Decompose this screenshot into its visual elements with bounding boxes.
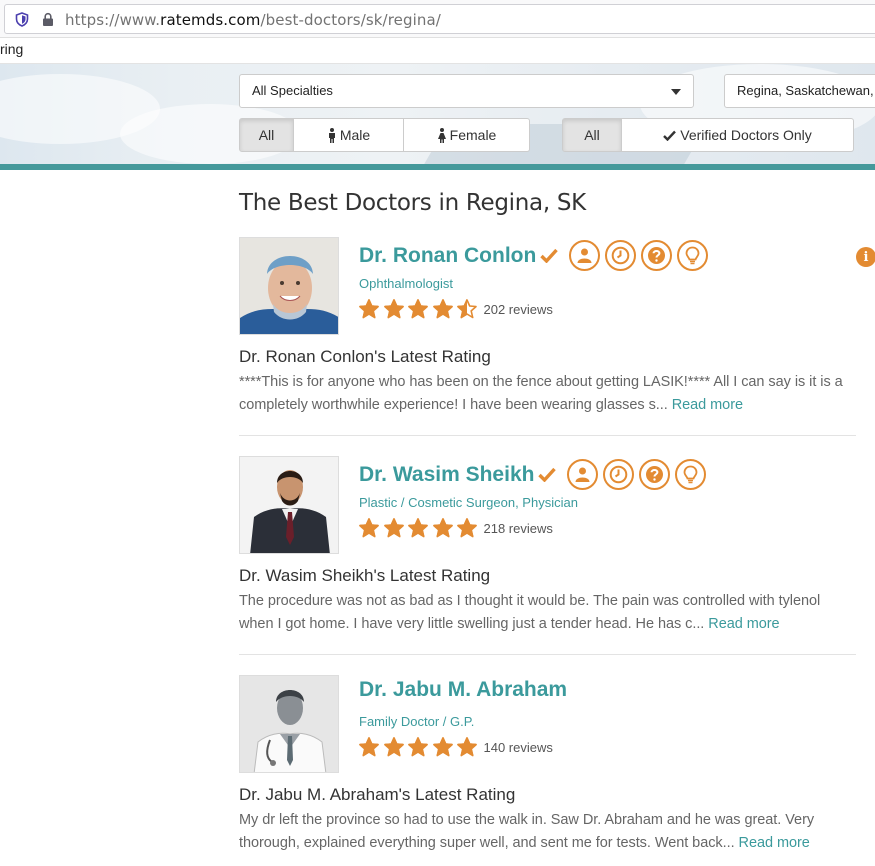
latest-rating-text: The procedure was not as bad as I though… [239, 590, 856, 636]
person-icon[interactable] [567, 459, 599, 490]
latest-rating-title: Dr. Ronan Conlon's Latest Rating [239, 347, 491, 366]
star-rating: 218 reviews [359, 518, 553, 538]
star-full-icon [432, 518, 453, 538]
gender-all-label: All [258, 127, 275, 143]
address-bar[interactable]: https://www.ratemds.com/best-doctors/sk/… [4, 4, 875, 34]
shield-icon[interactable] [15, 12, 29, 27]
doctor-name-link[interactable]: Dr. Wasim Sheikh [359, 459, 707, 490]
card-separator [239, 654, 856, 655]
star-full-icon [457, 737, 477, 757]
star-full-icon [383, 518, 404, 538]
doctor-photo[interactable] [239, 456, 339, 554]
url-domain: ratemds.com [160, 11, 261, 29]
latest-rating-title: Dr. Wasim Sheikh's Latest Rating [239, 566, 491, 585]
gender-male-label: Male [339, 127, 371, 143]
chevron-down-icon [671, 89, 681, 95]
info-icon[interactable]: i [856, 247, 875, 267]
star-icons [359, 737, 482, 757]
verified-only-button[interactable]: Verified Doctors Only [622, 118, 854, 152]
read-more-link[interactable]: Read more [739, 835, 810, 851]
clock-icon[interactable] [605, 240, 637, 271]
bookmark-item[interactable]: ring [0, 41, 23, 57]
review-count[interactable]: 202 reviews [484, 302, 553, 317]
star-full-icon [383, 299, 404, 319]
doctor-name: Dr. Jabu M. Abraham [359, 678, 568, 701]
url-prefix: https://www. [65, 11, 161, 29]
star-icons [359, 518, 482, 538]
star-full-icon [432, 737, 453, 757]
star-icons [359, 299, 482, 319]
clock-icon[interactable] [603, 459, 635, 490]
doctor-name-link[interactable]: Dr. Jabu M. Abraham [359, 678, 567, 702]
doctor-photo[interactable] [239, 237, 339, 335]
url-text[interactable]: https://www.ratemds.com/best-doctors/sk/… [65, 11, 441, 29]
verified-all-label: All [584, 127, 600, 143]
review-text: My dr left the province so had to use th… [239, 812, 815, 851]
specialty-select[interactable]: All Specialties [239, 74, 694, 108]
verified-check-icon [538, 467, 557, 482]
doctor-name-link[interactable]: Dr. Ronan Conlon [359, 240, 709, 271]
doctor-photo[interactable] [239, 675, 339, 773]
lock-icon[interactable] [41, 12, 55, 27]
female-icon [437, 127, 446, 143]
star-full-icon [408, 518, 428, 538]
teal-divider [0, 164, 875, 170]
doctor-name: Dr. Ronan Conlon [359, 243, 537, 267]
review-count[interactable]: 218 reviews [484, 521, 553, 536]
verified-check-icon [540, 248, 559, 263]
doctor-name: Dr. Wasim Sheikh [359, 462, 535, 486]
doctor-badges [562, 459, 707, 490]
verified-only-label: Verified Doctors Only [680, 127, 812, 143]
lightbulb-icon[interactable] [677, 240, 709, 271]
checkmark-icon [663, 130, 677, 141]
star-full-icon [432, 299, 453, 319]
verified-filter: All Verified Doctors Only [562, 118, 854, 152]
gender-female-button[interactable]: Female [404, 118, 530, 152]
specialty-select-value: All Specialties [252, 83, 333, 98]
review-count[interactable]: 140 reviews [484, 740, 553, 755]
star-half-icon [457, 299, 477, 319]
male-icon [328, 127, 335, 143]
star-full-icon [408, 299, 428, 319]
gender-filter: All Male Female [239, 118, 530, 152]
doctor-specialty[interactable]: Plastic / Cosmetic Surgeon, Physician [359, 495, 578, 510]
star-full-icon [359, 518, 379, 538]
browser-toolbar: https://www.ratemds.com/best-doctors/sk/… [0, 0, 875, 38]
doctor-specialty[interactable]: Family Doctor / G.P. [359, 714, 474, 729]
read-more-link[interactable]: Read more [672, 397, 743, 413]
doctor-badges [564, 240, 709, 271]
location-input[interactable]: Regina, Saskatchewan, Ca [724, 74, 875, 108]
question-icon[interactable] [641, 240, 673, 271]
lightbulb-icon[interactable] [675, 459, 707, 490]
latest-rating-text: My dr left the province so had to use th… [239, 809, 856, 855]
star-rating: 140 reviews [359, 737, 553, 757]
person-icon[interactable] [569, 240, 601, 271]
gender-female-label: Female [449, 127, 497, 143]
star-rating: 202 reviews [359, 299, 553, 319]
location-input-value: Regina, Saskatchewan, Ca [737, 83, 875, 98]
star-full-icon [457, 518, 477, 538]
latest-rating-title: Dr. Jabu M. Abraham's Latest Rating [239, 785, 516, 804]
read-more-link[interactable]: Read more [708, 616, 779, 632]
gender-all-button[interactable]: All [239, 118, 294, 152]
url-path: /best-doctors/sk/regina/ [260, 11, 441, 29]
page-title: The Best Doctors in Regina, SK [239, 190, 586, 216]
star-full-icon [359, 299, 379, 319]
question-icon[interactable] [639, 459, 671, 490]
card-separator [239, 435, 856, 436]
review-text: ****This is for anyone who has been on t… [239, 374, 843, 413]
star-full-icon [359, 737, 379, 757]
doctor-specialty[interactable]: Ophthalmologist [359, 276, 453, 291]
bookmark-strip: ring [0, 38, 875, 64]
gender-male-button[interactable]: Male [294, 118, 404, 152]
verified-all-button[interactable]: All [562, 118, 622, 152]
latest-rating-text: ****This is for anyone who has been on t… [239, 371, 856, 417]
star-full-icon [408, 737, 428, 757]
star-full-icon [383, 737, 404, 757]
